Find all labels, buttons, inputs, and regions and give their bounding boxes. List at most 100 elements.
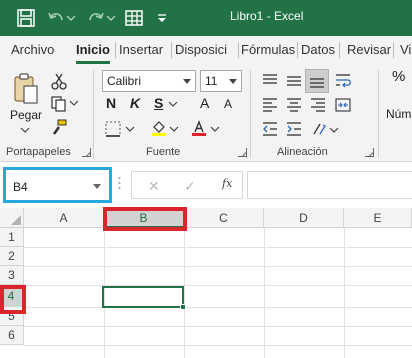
undo-icon[interactable] (46, 8, 66, 28)
align-top-icon[interactable] (261, 72, 279, 90)
format-painter-icon[interactable] (50, 118, 68, 136)
undo-dropdown-icon[interactable] (66, 8, 76, 28)
insert-function-button[interactable]: fx (222, 177, 232, 190)
clipboard-launcher-icon[interactable] (82, 148, 91, 157)
align-bottom-button[interactable] (305, 69, 329, 93)
decrease-font-button[interactable]: A (224, 97, 232, 111)
percent-style-button[interactable]: % (392, 68, 405, 85)
clipboard-group-label: Portapapeles (6, 146, 71, 158)
wrap-text-icon[interactable] (334, 72, 352, 90)
underline-dropdown-icon[interactable] (168, 100, 178, 108)
align-right-icon[interactable] (309, 96, 327, 114)
underline-button[interactable]: S (154, 95, 163, 111)
grid-line (24, 307, 412, 308)
tab-separator (115, 42, 116, 58)
title-bar: Libro1 - Excel (0, 0, 412, 36)
align-bottom-icon (310, 78, 324, 88)
grid-line (24, 345, 412, 346)
group-separator (93, 70, 94, 158)
merge-center-icon[interactable] (334, 96, 352, 114)
orientation-icon[interactable] (310, 120, 328, 138)
orientation-dropdown-icon[interactable] (329, 126, 339, 134)
select-all-button[interactable] (0, 208, 24, 228)
customize-toolbar-icon[interactable] (156, 8, 168, 28)
align-left-icon[interactable] (261, 96, 279, 114)
fill-handle[interactable] (180, 304, 186, 310)
tab-formulas[interactable]: Fórmulas (241, 42, 295, 57)
ribbon-tabs: Archivo Inicio Insertar Disposici Fórmul… (0, 36, 412, 64)
ribbon: Pegar Portapapeles Calibri 11 N K S A A (0, 64, 412, 162)
tab-separator (393, 42, 394, 58)
redo-icon[interactable] (86, 8, 106, 28)
formula-input[interactable] (247, 171, 412, 199)
column-header-c[interactable]: C (184, 208, 264, 228)
enter-formula-button[interactable]: ✓ (184, 178, 196, 195)
cut-icon[interactable] (50, 72, 68, 90)
tab-inicio[interactable]: Inicio (76, 42, 110, 57)
tab-revisar[interactable]: Revisar (347, 42, 391, 57)
row-header-1[interactable]: 1 (0, 228, 24, 247)
tab-separator (171, 42, 172, 58)
column-header-e[interactable]: E (344, 208, 412, 228)
redo-dropdown-icon[interactable] (106, 8, 116, 28)
tab-archivo[interactable]: Archivo (11, 42, 54, 57)
chevron-down-icon (183, 79, 191, 84)
fill-color-dropdown-icon[interactable] (169, 125, 179, 133)
group-separator (250, 70, 251, 158)
row-header-2[interactable]: 2 (0, 247, 24, 266)
tab-separator (238, 42, 239, 58)
name-box-value: B4 (13, 180, 28, 194)
tab-datos[interactable]: Datos (301, 42, 335, 57)
increase-font-button[interactable]: A (200, 95, 209, 111)
font-name-value: Calibri (107, 74, 142, 88)
font-launcher-icon[interactable] (238, 148, 247, 157)
grid-line (24, 247, 412, 248)
grid-line (24, 285, 412, 286)
column-header-d[interactable]: D (264, 208, 344, 228)
tab-separator (297, 42, 298, 58)
copy-dropdown-icon[interactable] (69, 99, 79, 107)
italic-button[interactable]: K (130, 95, 140, 111)
increase-indent-icon[interactable] (285, 120, 303, 138)
column-b-highlight (103, 207, 187, 231)
tab-disposicion[interactable]: Disposici (175, 42, 227, 57)
chevron-down-icon[interactable] (93, 184, 101, 189)
active-cell-b4[interactable] (102, 286, 184, 308)
borders-icon[interactable] (104, 120, 122, 138)
paste-dropdown-icon[interactable] (20, 126, 30, 134)
paste-button-label[interactable]: Pegar (10, 108, 42, 122)
grid-line (24, 266, 412, 267)
worksheet-grid[interactable] (0, 210, 412, 358)
tab-insertar[interactable]: Insertar (119, 42, 163, 57)
borders-dropdown-icon[interactable] (125, 125, 135, 133)
bold-button[interactable]: N (106, 95, 116, 111)
grid-line (24, 326, 412, 327)
table-grid-icon[interactable] (124, 8, 144, 28)
decrease-indent-icon[interactable] (261, 120, 279, 138)
align-center-icon[interactable] (285, 96, 303, 114)
row-4-highlight (0, 285, 26, 314)
formula-bar-grip-icon[interactable] (118, 176, 121, 190)
window-title: Libro1 - Excel (230, 9, 304, 23)
cancel-formula-button[interactable]: ✕ (148, 178, 160, 195)
save-icon[interactable] (16, 8, 36, 28)
number-format-label[interactable]: Núm (386, 107, 411, 121)
font-group-label: Fuente (146, 146, 181, 158)
chevron-down-icon (229, 79, 237, 84)
name-box[interactable]: B4 (3, 167, 112, 203)
font-size-dropdown[interactable]: 11 (200, 70, 242, 92)
row-header-6[interactable]: 6 (0, 326, 24, 345)
paste-icon[interactable] (12, 72, 40, 106)
fill-color-icon[interactable] (150, 119, 168, 137)
group-separator (378, 70, 379, 158)
font-color-dropdown-icon[interactable] (210, 125, 220, 133)
font-size-value: 11 (205, 74, 218, 88)
row-header-3[interactable]: 3 (0, 266, 24, 285)
align-middle-icon[interactable] (285, 72, 303, 90)
alignment-launcher-icon[interactable] (365, 148, 374, 157)
font-color-icon[interactable] (190, 119, 208, 137)
font-name-dropdown[interactable]: Calibri (102, 70, 196, 92)
copy-icon[interactable] (50, 95, 68, 113)
column-header-a[interactable]: A (24, 208, 104, 228)
tab-vista[interactable]: Vi (400, 42, 411, 57)
